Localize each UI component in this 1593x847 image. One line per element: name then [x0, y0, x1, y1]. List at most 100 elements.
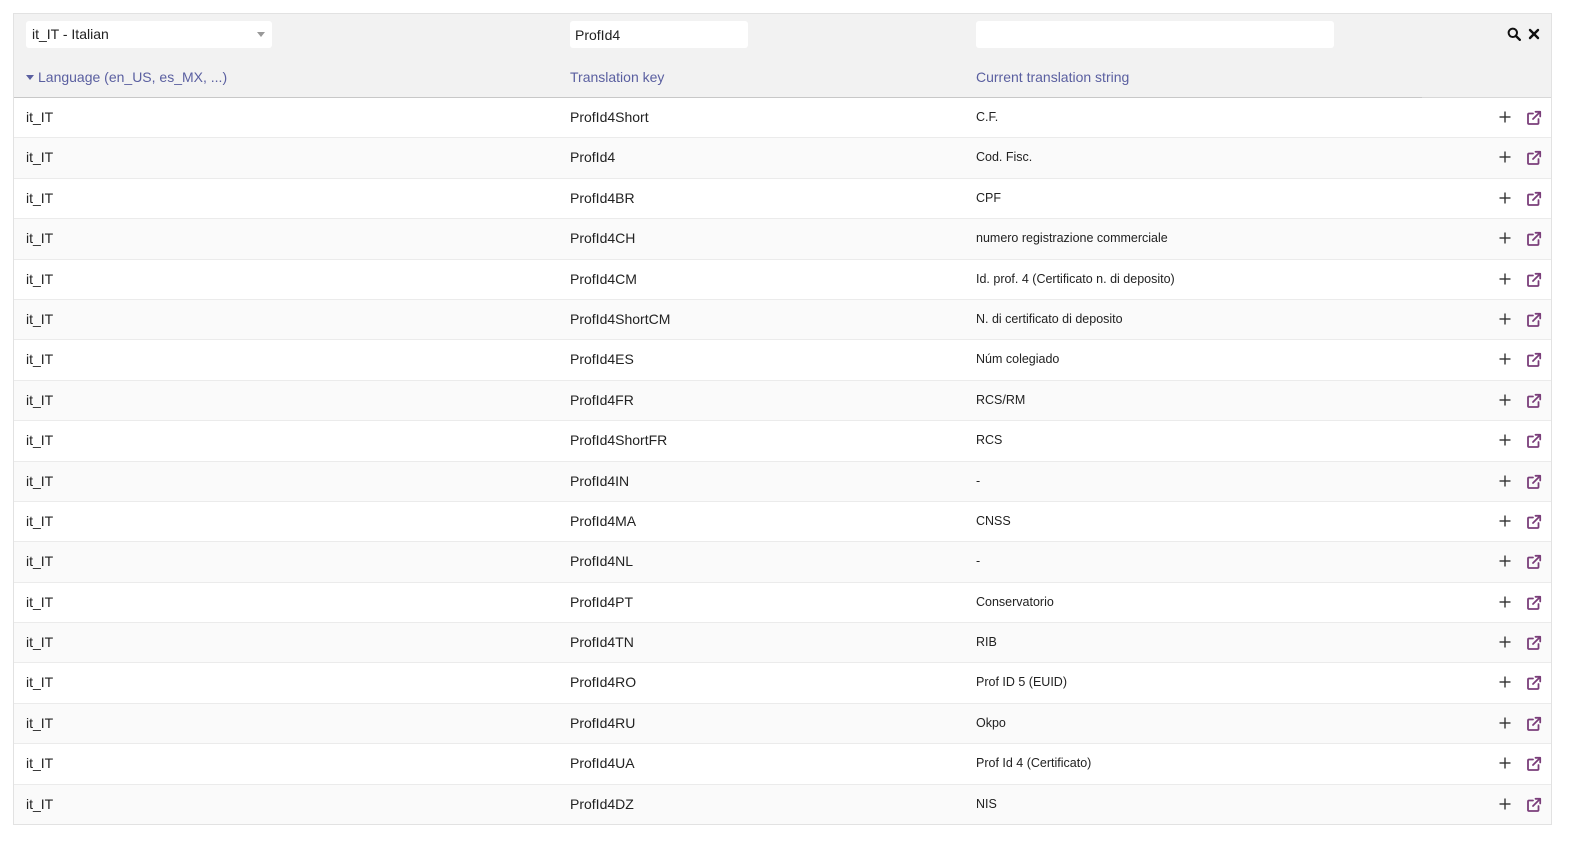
cell-language: it_IT: [26, 714, 54, 731]
plus-icon[interactable]: [1498, 675, 1512, 689]
cell-language: it_IT: [26, 189, 54, 206]
cell-language: it_IT: [26, 310, 54, 327]
cell-language: it_IT: [26, 795, 54, 812]
table-row: it_IT ProfId4 Cod. Fisc.: [14, 138, 1551, 179]
table-row: it_IT ProfId4TN RIB: [14, 623, 1551, 664]
plus-icon[interactable]: [1498, 797, 1512, 811]
table-row: it_IT ProfId4IN -: [14, 461, 1551, 502]
cell-translation-string: Cod. Fisc.: [976, 150, 1033, 165]
external-link-icon[interactable]: [1526, 474, 1542, 490]
external-link-icon[interactable]: [1526, 272, 1542, 288]
cell-translation-key: ProfId4ShortCM: [570, 310, 671, 327]
external-link-icon[interactable]: [1526, 433, 1542, 449]
external-link-icon[interactable]: [1526, 110, 1542, 126]
cell-translation-key: ProfId4Short: [570, 109, 649, 125]
cell-translation-key: ProfId4PT: [570, 593, 634, 610]
external-link-icon[interactable]: [1526, 756, 1542, 772]
cell-language: it_IT: [26, 634, 54, 651]
cell-translation-key: ProfId4MA: [570, 512, 637, 529]
table-row: it_IT ProfId4NL -: [14, 542, 1551, 583]
external-link-icon[interactable]: [1526, 312, 1542, 328]
external-link-icon[interactable]: [1526, 675, 1542, 691]
external-link-icon[interactable]: [1526, 393, 1542, 409]
external-link-icon[interactable]: [1526, 635, 1542, 651]
table-row: it_IT ProfId4FR RCS/RM: [14, 380, 1551, 422]
translation-string-filter-input[interactable]: [976, 21, 1334, 48]
cell-translation-string: CNSS: [976, 513, 1011, 528]
table-row: it_IT ProfId4MA CNSS: [14, 502, 1551, 543]
table-row: it_IT ProfId4RU Okpo: [14, 703, 1551, 745]
cell-translation-key: ProfId4ES: [570, 351, 634, 368]
table-header: Language (en_US, es_MX, ...) Translation…: [14, 56, 1551, 98]
cell-language: it_IT: [26, 351, 54, 368]
cell-language: it_IT: [26, 674, 54, 691]
plus-icon[interactable]: [1498, 231, 1512, 245]
cell-translation-string: RCS: [976, 433, 1003, 448]
cell-translation-string: numero registrazione commerciale: [976, 231, 1168, 246]
table-row: it_IT ProfId4BR CPF: [14, 179, 1551, 220]
cell-language: it_IT: [26, 270, 54, 287]
plus-icon[interactable]: [1498, 312, 1512, 326]
table-row: it_IT ProfId4UA Prof Id 4 (Certificato): [14, 744, 1551, 785]
language-select-value: it_IT - Italian: [32, 26, 109, 42]
column-header-language[interactable]: Language (en_US, es_MX, ...): [26, 69, 227, 85]
plus-icon[interactable]: [1498, 514, 1512, 528]
plus-icon[interactable]: [1498, 110, 1512, 124]
table-row: it_IT ProfId4CH numero registrazione comme…: [14, 219, 1551, 260]
cell-translation-string: CPF: [976, 190, 1001, 205]
external-link-icon[interactable]: [1526, 595, 1542, 611]
cell-translation-string: NIS: [976, 796, 997, 811]
plus-icon[interactable]: [1498, 272, 1512, 286]
cell-translation-key: ProfId4RO: [570, 674, 637, 691]
table-row: it_IT ProfId4ES Núm colegiado: [14, 340, 1551, 381]
external-link-icon[interactable]: [1526, 514, 1542, 530]
translation-table-panel: it_IT - Italian Language (en_US, es_MX, …: [13, 13, 1552, 825]
language-select[interactable]: it_IT - Italian: [26, 21, 272, 48]
external-link-icon[interactable]: [1526, 554, 1542, 570]
close-icon[interactable]: [1527, 27, 1541, 41]
plus-icon[interactable]: [1498, 150, 1512, 164]
plus-icon[interactable]: [1498, 716, 1512, 730]
plus-icon[interactable]: [1498, 433, 1512, 447]
external-link-icon[interactable]: [1526, 191, 1542, 207]
cell-translation-string: RIB: [976, 635, 997, 650]
plus-icon[interactable]: [1498, 352, 1512, 366]
plus-icon[interactable]: [1498, 393, 1512, 407]
column-header-translation-string[interactable]: Current translation string: [976, 69, 1129, 85]
cell-translation-string: N. di certificato di deposito: [976, 311, 1123, 326]
cell-language: it_IT: [26, 593, 54, 610]
plus-icon[interactable]: [1498, 756, 1512, 770]
cell-translation-string: Okpo: [976, 715, 1006, 730]
cell-translation-key: ProfId4ShortFR: [570, 432, 668, 449]
plus-icon[interactable]: [1498, 554, 1512, 568]
external-link-icon[interactable]: [1526, 797, 1542, 813]
cell-translation-key: ProfId4NL: [570, 553, 634, 570]
filter-row: it_IT - Italian: [14, 14, 1551, 56]
cell-language: it_IT: [26, 512, 54, 529]
cell-translation-string: -: [976, 473, 981, 488]
table-row: it_IT ProfId4DZ NIS: [14, 784, 1551, 824]
external-link-icon[interactable]: [1526, 231, 1542, 247]
cell-translation-string: RCS/RM: [976, 392, 1026, 407]
plus-icon[interactable]: [1498, 474, 1512, 488]
external-link-icon[interactable]: [1526, 150, 1542, 166]
external-link-icon[interactable]: [1526, 716, 1542, 732]
cell-translation-key: ProfId4IN: [570, 472, 630, 489]
table-row: it_IT ProfId4Short C.F.: [14, 98, 1551, 139]
plus-icon[interactable]: [1498, 595, 1512, 609]
table-body: it_IT ProfId4Short C.F. it_IT ProfId4 Cod. Fi…: [14, 98, 1551, 824]
search-icon[interactable]: [1507, 27, 1521, 41]
cell-translation-string: Conservatorio: [976, 594, 1054, 609]
cell-translation-key: ProfId4TN: [570, 634, 634, 651]
cell-translation-key: ProfId4: [570, 149, 616, 166]
column-header-translation-key[interactable]: Translation key: [570, 69, 664, 85]
plus-icon[interactable]: [1498, 635, 1512, 649]
cell-translation-string: -: [976, 554, 981, 569]
table-row: it_IT ProfId4CM Id. prof. 4 (Certificato n…: [14, 260, 1551, 300]
plus-icon[interactable]: [1498, 191, 1512, 205]
table-row: it_IT ProfId4RO Prof ID 5 (EUID): [14, 663, 1551, 704]
cell-translation-string: Prof ID 5 (EUID): [976, 675, 1067, 690]
chevron-down-icon: [257, 32, 265, 37]
translation-key-filter-input[interactable]: [570, 21, 748, 48]
external-link-icon[interactable]: [1526, 352, 1542, 368]
